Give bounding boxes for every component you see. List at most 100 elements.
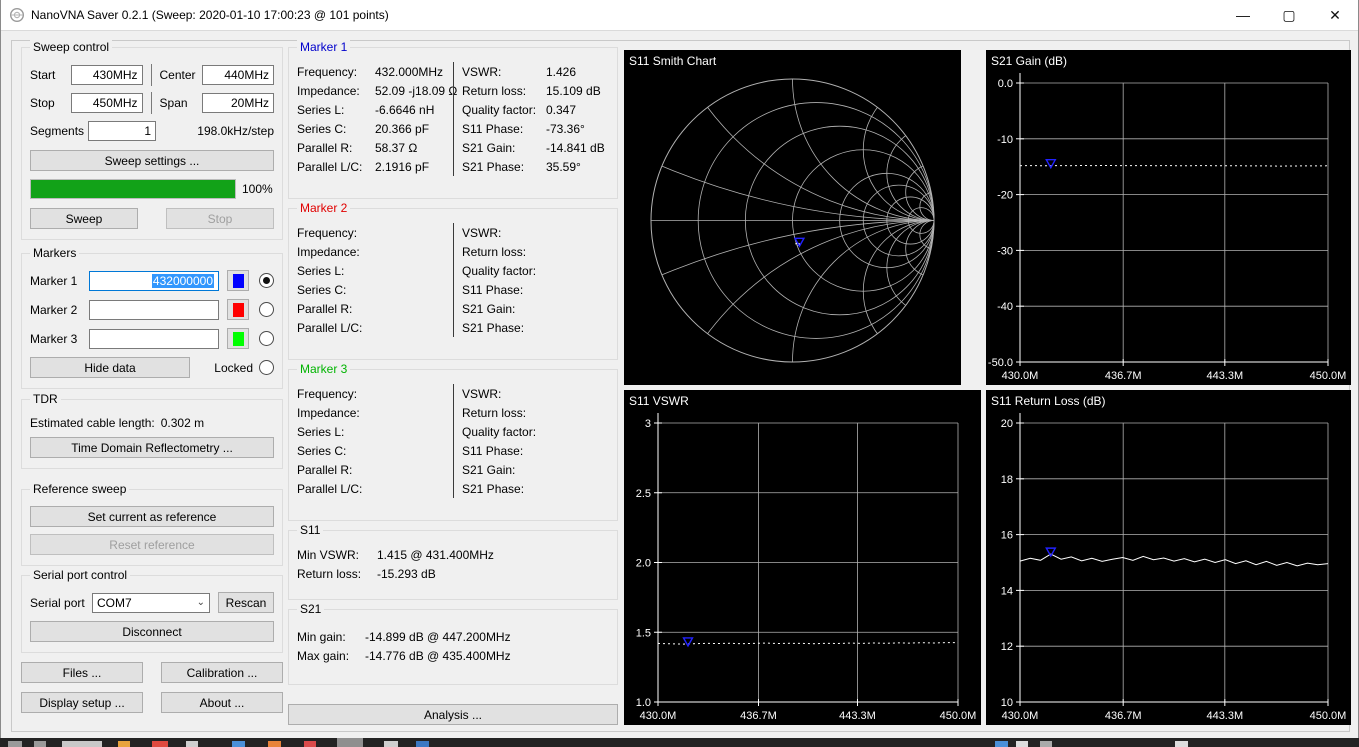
app-icon (9, 7, 25, 23)
svg-text:2.5: 2.5 (636, 488, 651, 500)
detail-label: Parallel R: (297, 462, 353, 477)
marker-3-radio[interactable] (259, 331, 274, 346)
detail-row: S11 Phase: -73.36° (462, 119, 609, 138)
center-input[interactable]: 440MHz (202, 65, 274, 85)
detail-row: S11 Phase: (462, 441, 609, 460)
detail-value: 52.09 -j18.09 Ω (375, 83, 458, 98)
serial-port-value: COM7 (97, 595, 132, 610)
maximize-button[interactable]: ▢ (1266, 0, 1312, 30)
close-button[interactable]: ✕ (1312, 0, 1358, 30)
detail-row: Parallel L/C: (297, 479, 453, 498)
svg-text:450.0M: 450.0M (1310, 370, 1347, 382)
title-bar[interactable]: NanoVNA Saver 0.2.1 (Sweep: 2020-01-10 1… (1, 0, 1358, 31)
detail-row: Series L: (297, 422, 453, 441)
marker-2-color-button[interactable] (227, 299, 249, 320)
s11-smith-chart[interactable]: S11 Smith Chart (624, 50, 961, 385)
detail-row: S21 Phase: (462, 479, 609, 498)
tray-icon[interactable] (1016, 741, 1028, 747)
stop-input[interactable]: 450MHz (70, 93, 143, 113)
s21-stats-panel: S21 Min gain: -14.899 dB @ 447.200MHz Max… (288, 602, 618, 685)
segments-input[interactable]: 1 (88, 121, 156, 141)
detail-label: Return loss: (462, 244, 527, 259)
marker-2-input[interactable] (89, 299, 219, 320)
pinned-app-icon[interactable] (384, 741, 398, 747)
windows-taskbar[interactable] (0, 738, 1359, 747)
search-icon[interactable] (34, 741, 46, 747)
stop-label: Stop (30, 96, 55, 110)
detail-row: VSWR: (462, 384, 609, 403)
detail-label: Frequency: (297, 225, 358, 240)
pinned-app-icon[interactable] (186, 741, 198, 747)
min-vswr-label: Min VSWR: (297, 547, 360, 562)
detail-label: Parallel L/C: (297, 320, 363, 335)
analysis-button[interactable]: Analysis ... (288, 704, 618, 725)
detail-label: Impedance: (297, 244, 360, 259)
detail-label: Impedance: (297, 83, 360, 98)
display-setup-button[interactable]: Display setup ... (21, 692, 143, 713)
s11-return-loss-chart[interactable]: S11 Return Loss (dB) 20 18 16 14 12 10 430.0M 43… (986, 390, 1351, 725)
search-text[interactable] (62, 741, 102, 747)
pinned-app-icon[interactable] (118, 741, 130, 747)
start-icon[interactable] (8, 741, 22, 747)
svg-text:1.5: 1.5 (636, 627, 651, 639)
s11-vswr-chart[interactable]: S11 VSWR 3 2.5 2.0 1.5 1.0 430.0M 436.7M 443.3M 4… (624, 390, 981, 725)
marker-3-input[interactable] (89, 328, 219, 349)
stop-button[interactable]: Stop (166, 208, 274, 229)
marker-1-input[interactable]: 432000000 (89, 270, 219, 291)
marker-2-radio[interactable] (259, 302, 274, 317)
svg-text:-10: -10 (997, 134, 1013, 146)
sweep-progress-bar (30, 179, 236, 199)
sweep-settings-button[interactable]: Sweep settings ... (30, 150, 274, 171)
svg-text:430.0M: 430.0M (1002, 370, 1039, 382)
hide-data-button[interactable]: Hide data (30, 357, 190, 378)
detail-label: VSWR: (462, 225, 502, 240)
set-reference-button[interactable]: Set current as reference (30, 506, 274, 527)
svg-text:20: 20 (1001, 418, 1013, 430)
svg-text:3: 3 (645, 418, 651, 430)
tdr-button[interactable]: Time Domain Reflectometry ... (30, 437, 274, 458)
tray-icon[interactable] (1040, 741, 1052, 747)
serial-port-select[interactable]: COM7 ⌄ (92, 592, 210, 613)
minimize-button[interactable]: — (1220, 0, 1266, 30)
pinned-app-icon[interactable] (152, 741, 168, 747)
svg-text:450.0M: 450.0M (1310, 710, 1347, 722)
calibration-button[interactable]: Calibration ... (161, 662, 283, 683)
tray-icon[interactable] (1175, 741, 1188, 747)
marker-1-color-button[interactable] (227, 270, 249, 291)
detail-label: Series L: (297, 102, 345, 117)
marker-1-label: Marker 1 (30, 273, 78, 288)
pinned-app-icon[interactable] (416, 741, 429, 747)
rescan-button[interactable]: Rescan (218, 592, 274, 613)
detail-value: 2.1916 pF (375, 159, 430, 174)
tray-icon[interactable] (995, 741, 1008, 747)
detail-label: Quality factor: (462, 263, 537, 278)
markers-panel: Markers Marker 1 432000000 Marker 2 Marker … (21, 246, 283, 389)
pinned-app-icon[interactable] (232, 741, 245, 747)
detail-row: S21 Gain: (462, 299, 609, 318)
about-button[interactable]: About ... (161, 692, 283, 713)
s21-gain-chart[interactable]: S21 Gain (dB) 0.0 -10 -20 -30 -40 -50.0 430.0M 4… (986, 50, 1351, 385)
locked-radio[interactable] (259, 360, 274, 375)
pinned-app-icon[interactable] (268, 741, 281, 747)
detail-label: Impedance: (297, 405, 360, 420)
min-vswr-value: 1.415 @ 431.400MHz (377, 547, 494, 562)
detail-value: 15.109 dB (546, 83, 601, 98)
start-input[interactable]: 430MHz (70, 65, 143, 85)
detail-row: Series C: (297, 280, 453, 299)
detail-row: Impedance: (297, 242, 453, 261)
sweep-button[interactable]: Sweep (30, 208, 138, 229)
pinned-app-icon[interactable] (304, 741, 316, 747)
svg-text:-20: -20 (997, 190, 1013, 202)
disconnect-button[interactable]: Disconnect (30, 621, 274, 642)
marker-1-radio[interactable] (259, 273, 274, 288)
reset-reference-button[interactable]: Reset reference (30, 534, 274, 555)
detail-row: Frequency: (297, 384, 453, 403)
marker-3-color-button[interactable] (227, 328, 249, 349)
detail-label: Return loss: (462, 83, 527, 98)
files-button[interactable]: Files ... (21, 662, 143, 683)
sweep-control-label: Sweep control (30, 40, 113, 54)
span-input[interactable]: 20MHz (202, 93, 274, 113)
detail-row: Frequency: 432.000MHz (297, 62, 453, 81)
active-app-button[interactable] (337, 738, 363, 747)
svg-text:14: 14 (1001, 585, 1013, 597)
